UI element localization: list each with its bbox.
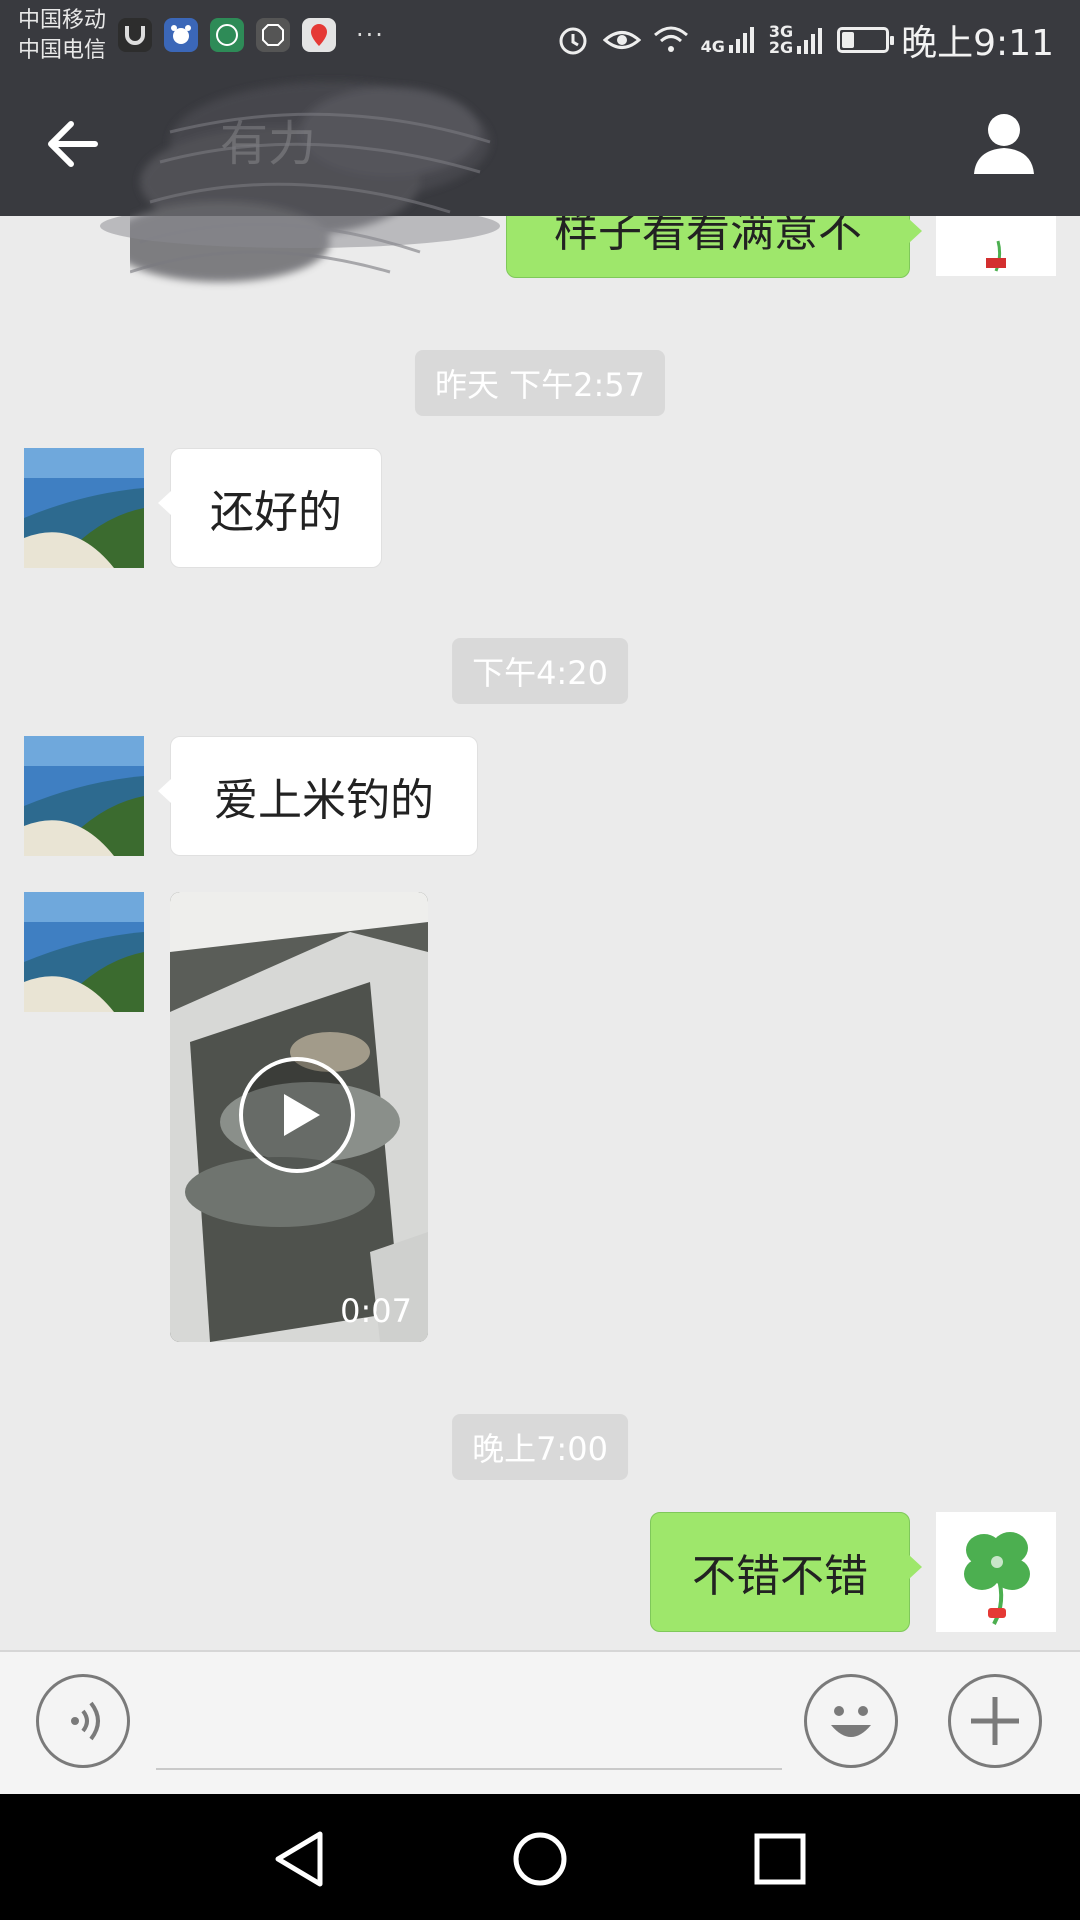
notification-app-icon-3 — [210, 18, 244, 52]
play-icon[interactable] — [238, 1056, 356, 1174]
notification-app-icon-1 — [118, 18, 152, 52]
video-message[interactable]: 0:07 — [170, 892, 428, 1342]
message-list[interactable]: 样子看看满意不 昨天 下午2:57 还好的 下午4:20 爱上米钓的 0:07 … — [0, 216, 1080, 1650]
timestamp: 下午4:20 — [452, 638, 628, 704]
person-icon — [974, 114, 1034, 174]
voice-button[interactable] — [36, 1674, 130, 1768]
chat-profile-button[interactable] — [968, 108, 1040, 180]
system-navigation-bar — [0, 1794, 1080, 1920]
message-text: 还好的 — [210, 487, 342, 538]
nav-home-icon[interactable] — [505, 1824, 575, 1894]
alarm-icon — [559, 27, 587, 55]
video-duration: 0:07 — [340, 1292, 412, 1330]
input-bar — [0, 1650, 1080, 1794]
battery-level — [842, 32, 854, 48]
timestamp: 昨天 下午2:57 — [414, 350, 666, 416]
contact-avatar[interactable] — [24, 736, 144, 856]
message-text: 爱上米钓的 — [214, 775, 434, 826]
eye-comfort-icon — [602, 31, 641, 49]
message-bubble-incoming[interactable]: 还好的 — [158, 448, 382, 568]
wifi-icon — [653, 26, 688, 52]
signal-icon-1: 4G — [701, 25, 757, 55]
system-status: 4G 3G 2G 晚上9:11 — [555, 14, 1054, 66]
contact-avatar[interactable] — [24, 448, 144, 568]
notification-icons: ··· — [118, 18, 385, 52]
plus-icon — [971, 1697, 1019, 1745]
notification-app-icon-5 — [302, 18, 336, 52]
message-bubble-incoming[interactable]: 爱上米钓的 — [158, 736, 478, 856]
status-bar: 中国移动 中国电信 ··· 4G 3G 2G 晚上9:11 — [0, 0, 1080, 72]
nav-recents-icon[interactable] — [745, 1824, 815, 1894]
back-arrow-icon — [48, 121, 98, 167]
redaction-scribble-lower — [100, 216, 500, 248]
notification-app-icon-4 — [256, 18, 290, 52]
message-bubble-outgoing[interactable]: 不错不错 — [650, 1512, 922, 1632]
carrier-labels: 中国移动 中国电信 — [18, 6, 106, 66]
emoji-button[interactable] — [804, 1674, 898, 1768]
more-button[interactable] — [948, 1674, 1042, 1768]
status-time: 晚上9:11 — [901, 23, 1054, 64]
contact-avatar[interactable] — [24, 892, 144, 1012]
carrier-1: 中国移动 — [18, 8, 107, 33]
carrier-2: 中国电信 — [18, 38, 107, 63]
signal-icon-2: 3G 2G — [769, 24, 825, 56]
network-type-label-1: 4G — [700, 37, 725, 56]
my-avatar[interactable] — [936, 216, 1056, 276]
emoji-icon — [831, 1706, 871, 1737]
back-button[interactable] — [30, 108, 114, 180]
chat-title: 有力 — [220, 116, 317, 172]
notification-app-icon-2 — [164, 18, 198, 52]
message-input[interactable] — [156, 1768, 782, 1770]
message-text: 不错不错 — [692, 1551, 868, 1602]
voice-icon — [71, 1701, 100, 1741]
network-type-label-3: 2G — [768, 38, 794, 57]
timestamp: 晚上7:00 — [452, 1414, 628, 1480]
my-avatar[interactable] — [936, 1512, 1056, 1632]
more-notifications-icon: ··· — [356, 21, 385, 49]
chat-header: 有力 — [0, 72, 1080, 282]
nav-back-icon[interactable] — [266, 1824, 336, 1894]
battery-icon — [837, 27, 895, 53]
